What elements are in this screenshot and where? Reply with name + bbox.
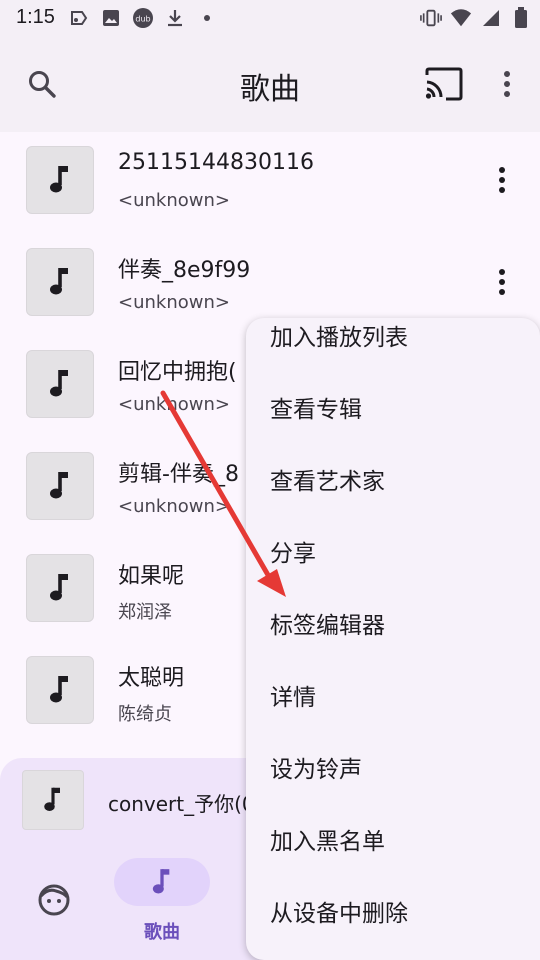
battery-icon xyxy=(510,7,532,29)
song-artist: 郑润泽 xyxy=(118,602,172,623)
song-title: 回忆中拥抱( xyxy=(118,360,237,385)
nav-item-songs[interactable] xyxy=(114,858,210,906)
song-title: 如果呢 xyxy=(118,564,185,589)
music-note-icon xyxy=(50,166,68,193)
mini-player-title: convert_予你(0 xyxy=(108,792,255,816)
song-artist: 陈绮贞 xyxy=(118,704,172,725)
vibrate-icon xyxy=(420,7,442,29)
system-icons xyxy=(420,6,532,30)
album-art xyxy=(26,554,94,622)
more-vert-icon[interactable] xyxy=(488,264,516,300)
song-artist: <unknown> xyxy=(118,496,230,517)
cast-icon[interactable] xyxy=(424,66,464,102)
face-icon[interactable] xyxy=(36,882,72,918)
menu-item-details[interactable]: 详情 xyxy=(270,678,316,712)
menu-item-view-artist[interactable]: 查看艺术家 xyxy=(270,462,385,496)
album-art xyxy=(26,656,94,724)
tv-icon xyxy=(68,7,90,29)
status-bar: 1:15 dub xyxy=(0,0,540,38)
music-note-icon xyxy=(44,787,60,811)
download-icon xyxy=(164,7,186,29)
nav-item-songs-label: 歌曲 xyxy=(144,922,180,943)
menu-item-set-ringtone[interactable]: 设为铃声 xyxy=(270,750,362,784)
song-title: 25115144830116 xyxy=(118,150,314,175)
menu-item-share[interactable]: 分享 xyxy=(270,534,316,568)
context-menu: 加入播放列表 查看专辑 查看艺术家 分享 标签编辑器 详情 设为铃声 加入黑名单… xyxy=(246,318,540,960)
music-note-icon xyxy=(50,472,68,499)
menu-item-tag-editor[interactable]: 标签编辑器 xyxy=(270,606,385,640)
notification-icons: dub xyxy=(68,6,218,30)
song-title: 太聪明 xyxy=(118,666,185,691)
signal-icon xyxy=(480,7,502,29)
dot-icon xyxy=(196,7,218,29)
song-artist: <unknown> xyxy=(118,292,230,313)
music-note-icon xyxy=(50,268,68,295)
menu-item-delete-from-device[interactable]: 从设备中删除 xyxy=(270,894,408,928)
more-vert-icon[interactable] xyxy=(488,162,516,198)
song-title: 伴奏_8e9f99 xyxy=(118,258,251,283)
svg-text:dub: dub xyxy=(135,15,150,24)
album-art xyxy=(26,350,94,418)
song-row[interactable]: 25115144830116 <unknown> xyxy=(0,132,540,234)
dub-icon: dub xyxy=(132,7,154,29)
album-art xyxy=(26,146,94,214)
status-time: 1:15 xyxy=(16,6,55,28)
music-note-icon xyxy=(50,574,68,601)
more-vert-icon[interactable] xyxy=(492,66,522,102)
mini-player-art xyxy=(22,770,84,830)
album-art xyxy=(26,248,94,316)
song-artist: <unknown> xyxy=(118,190,230,211)
wifi-icon xyxy=(450,7,472,29)
app-bar: 歌曲 xyxy=(0,38,540,132)
menu-item-add-to-playlist[interactable]: 加入播放列表 xyxy=(270,318,408,352)
song-artist: <unknown> xyxy=(118,394,230,415)
image-icon xyxy=(100,7,122,29)
music-note-icon xyxy=(50,676,68,703)
music-note-icon xyxy=(50,370,68,397)
music-note-icon xyxy=(152,869,170,894)
album-art xyxy=(26,452,94,520)
menu-item-add-to-blacklist[interactable]: 加入黑名单 xyxy=(270,822,385,856)
song-title: 剪辑-伴奏_8 xyxy=(118,462,239,487)
menu-item-view-album[interactable]: 查看专辑 xyxy=(270,390,362,424)
